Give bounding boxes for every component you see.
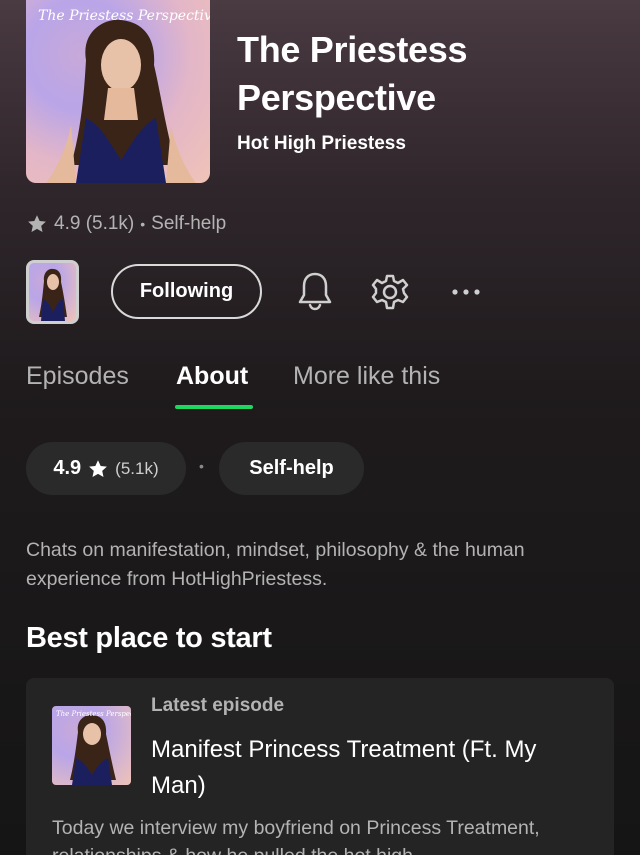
rating-text: 4.9 (5.1k) xyxy=(54,213,135,234)
episode-title[interactable]: Manifest Princess Treatment (Ft. My Man) xyxy=(151,732,571,804)
more-options-icon[interactable] xyxy=(446,280,486,304)
episode-label: Latest episode xyxy=(151,695,285,716)
star-icon xyxy=(89,459,108,477)
show-title: The Priestess Perspective xyxy=(237,29,468,118)
tab-episodes[interactable]: Episodes xyxy=(26,362,129,391)
rating-summary: 4.9 (5.1k) • Self-help xyxy=(26,211,226,237)
following-button[interactable]: Following xyxy=(111,264,262,319)
rating-chip[interactable]: 4.9 (5.1k) xyxy=(26,442,186,495)
chip-rating-count: (5.1k) xyxy=(115,458,159,478)
chip-separator-dot: • xyxy=(199,458,204,474)
cover-thumbnail[interactable] xyxy=(26,260,79,324)
cover-title-text: The Priestess Perspective xyxy=(38,8,210,24)
category-chip[interactable]: Self-help xyxy=(219,442,364,495)
cover-portrait-illustration xyxy=(46,19,196,183)
category-text[interactable]: Self-help xyxy=(151,213,226,235)
chip-rating-value: 4.9 xyxy=(53,457,82,479)
tab-about[interactable]: About xyxy=(176,362,248,391)
bell-icon[interactable] xyxy=(294,270,336,312)
section-heading: Best place to start xyxy=(26,622,272,654)
show-description: Chats on manifestation, mindset, philoso… xyxy=(26,539,525,590)
episode-description: Today we interview my boyfriend on Princ… xyxy=(52,817,540,855)
podcast-cover-art: The Priestess Perspective xyxy=(26,0,210,183)
episode-cover-art: The Priestess Perspective xyxy=(52,706,131,785)
thumbnail-portrait xyxy=(39,268,67,321)
latest-episode-card[interactable]: The Priestess Perspective Latest episode… xyxy=(26,678,614,855)
active-tab-indicator xyxy=(175,405,253,409)
separator-dot: • xyxy=(140,216,146,232)
show-author-link[interactable]: Hot High Priestess xyxy=(237,133,406,155)
episode-art-title: The Priestess Perspective xyxy=(56,710,131,718)
star-icon xyxy=(28,215,46,232)
tab-more-like-this[interactable]: More like this xyxy=(293,362,440,391)
gear-icon[interactable] xyxy=(368,270,412,314)
